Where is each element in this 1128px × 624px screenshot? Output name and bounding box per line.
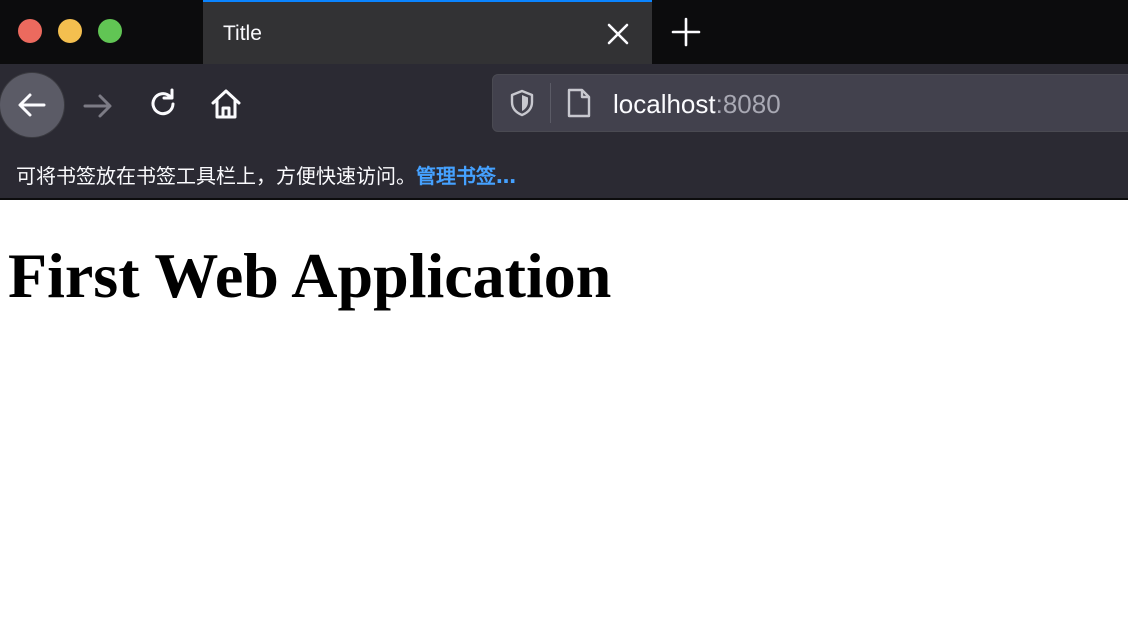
page-content: First Web Application bbox=[0, 200, 1128, 624]
plus-icon[interactable] bbox=[668, 14, 704, 50]
url-host: localhost bbox=[613, 89, 716, 119]
bookmarks-hint-row: 可将书签放在书签工具栏上，方便快速访问。管理书签… bbox=[16, 160, 516, 189]
tab-active[interactable]: Title bbox=[203, 0, 652, 64]
tab-strip: Title bbox=[0, 0, 1128, 64]
address-bar-divider bbox=[550, 83, 551, 123]
bookmarks-toolbar: 可将书签放在书签工具栏上，方便快速访问。管理书签… bbox=[0, 144, 1128, 200]
url-port: :8080 bbox=[715, 89, 781, 119]
forward-arrow-icon[interactable] bbox=[80, 88, 116, 124]
shield-icon[interactable] bbox=[509, 89, 535, 117]
page-icon[interactable] bbox=[565, 87, 593, 119]
close-icon[interactable] bbox=[603, 19, 633, 49]
back-arrow-icon bbox=[18, 93, 46, 117]
home-icon[interactable] bbox=[208, 86, 244, 122]
window-maximize-button[interactable] bbox=[98, 19, 122, 43]
tab-title: Title bbox=[223, 22, 262, 45]
window-minimize-button[interactable] bbox=[58, 19, 82, 43]
navigation-toolbar: localhost:8080 bbox=[0, 64, 1128, 144]
manage-bookmarks-link[interactable]: 管理书签… bbox=[416, 164, 516, 188]
url-text[interactable]: localhost:8080 bbox=[613, 89, 781, 119]
page-heading: First Web Application bbox=[8, 240, 612, 311]
bookmarks-hint: 可将书签放在书签工具栏上，方便快速访问。 bbox=[16, 164, 416, 188]
back-button[interactable] bbox=[0, 73, 64, 137]
address-bar[interactable]: localhost:8080 bbox=[492, 74, 1128, 132]
window-close-button[interactable] bbox=[18, 19, 42, 43]
reload-icon[interactable] bbox=[145, 86, 181, 122]
